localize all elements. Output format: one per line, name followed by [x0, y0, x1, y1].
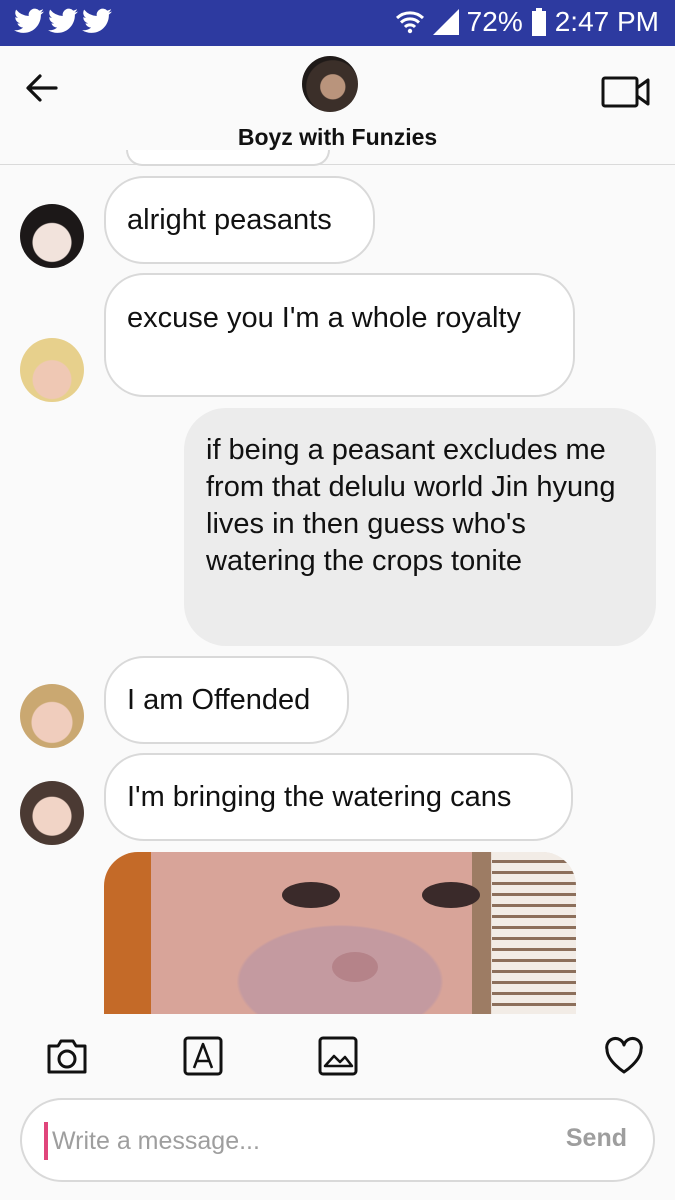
sender-avatar[interactable]	[20, 781, 84, 845]
video-call-icon[interactable]	[601, 74, 651, 110]
twitter-icon	[82, 8, 112, 33]
status-bar: 72% 2:47 PM	[0, 0, 675, 46]
photo-detail	[282, 882, 340, 908]
back-arrow-icon[interactable]	[22, 68, 62, 108]
cell-signal-icon	[432, 9, 459, 35]
message-composer: Send	[20, 1098, 655, 1182]
heart-icon[interactable]	[602, 1034, 646, 1078]
incoming-message[interactable]: alright peasants	[104, 176, 375, 264]
incoming-message[interactable]: I am Offended	[104, 656, 349, 744]
send-button[interactable]: Send	[566, 1124, 627, 1153]
group-avatar[interactable]	[302, 56, 358, 112]
chat-header: Boyz with Funzies	[0, 46, 675, 165]
twitter-icon	[14, 8, 44, 33]
twitter-icon	[48, 8, 78, 33]
battery-percent: 72%	[466, 6, 523, 37]
photo-detail	[492, 852, 576, 1014]
photo-detail	[332, 952, 378, 982]
photo-detail	[422, 882, 480, 908]
incoming-message[interactable]: I'm bringing the watering cans	[104, 753, 573, 841]
clock: 2:47 PM	[554, 6, 659, 37]
battery-icon	[531, 8, 546, 36]
gallery-icon[interactable]	[316, 1034, 360, 1078]
composer-toolbar	[0, 1018, 675, 1096]
wifi-icon	[395, 11, 424, 34]
sender-avatar[interactable]	[20, 684, 84, 748]
camera-icon[interactable]	[45, 1034, 89, 1078]
incoming-message[interactable]: excuse you I'm a whole royalty	[104, 273, 575, 397]
text-format-icon[interactable]	[181, 1034, 225, 1078]
image-message[interactable]	[104, 852, 576, 1014]
previous-message-bubble	[126, 150, 330, 166]
chat-title[interactable]: Boyz with Funzies	[0, 124, 675, 151]
text-cursor	[44, 1122, 48, 1160]
outgoing-message[interactable]: if being a peasant excludes me from that…	[184, 408, 656, 646]
notification-icons	[14, 8, 112, 34]
sender-avatar[interactable]	[20, 204, 84, 268]
message-input[interactable]	[50, 1120, 524, 1162]
sender-avatar[interactable]	[20, 338, 84, 402]
